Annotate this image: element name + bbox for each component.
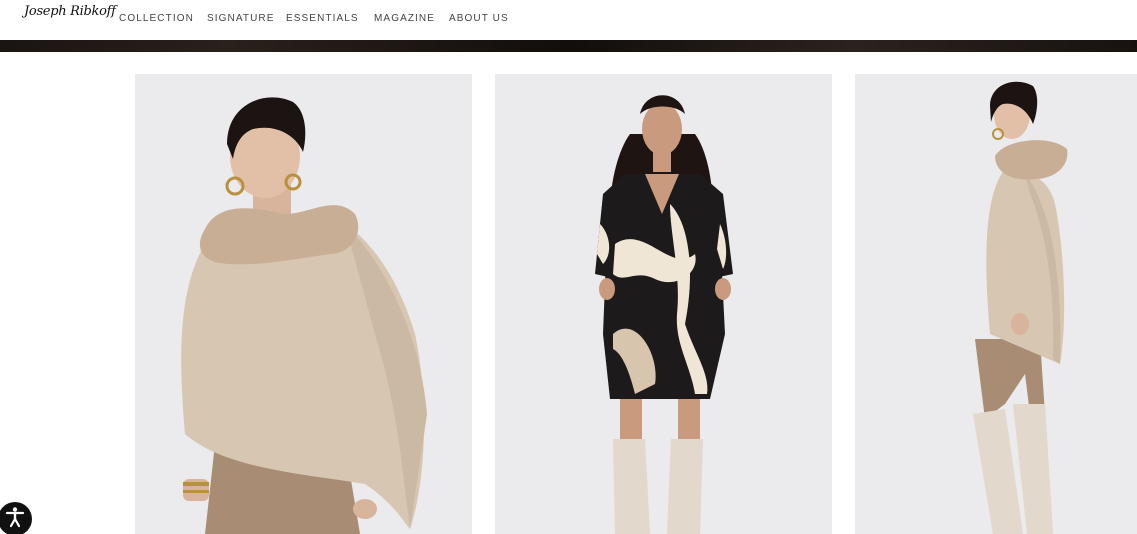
brand-logo[interactable]: Joseph Ribkoff <box>24 4 116 19</box>
product-image[interactable] <box>855 74 1137 534</box>
accessibility-button[interactable] <box>0 502 32 534</box>
product-image[interactable] <box>495 74 832 534</box>
product-image[interactable] <box>135 74 472 534</box>
nav-about-us[interactable]: ABOUT US <box>449 13 509 24</box>
nav-signature[interactable]: SIGNATURE <box>207 13 275 24</box>
accessibility-icon <box>3 505 27 534</box>
nav-collection[interactable]: COLLECTION <box>119 13 194 24</box>
product-card[interactable] <box>135 74 472 534</box>
hero-banner-strip <box>0 40 1137 52</box>
site-header: Joseph Ribkoff COLLECTION SIGNATURE ESSE… <box>0 0 1137 40</box>
nav-essentials[interactable]: ESSENTIALS <box>286 13 359 24</box>
nav-magazine[interactable]: MAGAZINE <box>374 13 435 24</box>
product-card[interactable] <box>855 74 1137 534</box>
product-card[interactable] <box>495 74 832 534</box>
